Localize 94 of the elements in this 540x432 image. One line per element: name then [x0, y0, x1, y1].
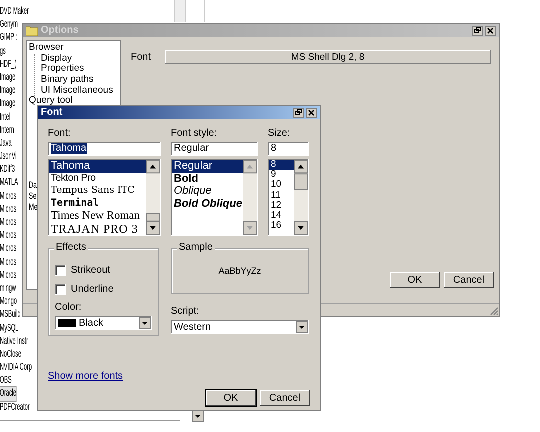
list-item[interactable]: 14 — [269, 210, 294, 222]
font-picker-button[interactable]: MS Shell Dlg 2, 8 — [165, 50, 492, 64]
tree-item[interactable]: Display — [41, 54, 118, 64]
list-box[interactable]: 8 9 10 11 12 14 16 — [268, 159, 309, 236]
dialog-title: Font — [41, 107, 63, 118]
program-folder-item[interactable]: Micros — [0, 242, 16, 256]
dialog-button[interactable]: OK — [206, 390, 256, 406]
program-folder-item[interactable]: Java — [0, 136, 12, 150]
list-item[interactable]: Tekton Pro — [49, 172, 146, 185]
window-title: Options — [41, 25, 79, 36]
close-button[interactable] — [306, 108, 317, 118]
program-folder-item[interactable]: PDFCreator — [0, 400, 30, 414]
field-label: Color: — [55, 302, 83, 313]
field-label: Font: — [48, 128, 72, 139]
program-folder-item[interactable]: HDF_( — [0, 58, 16, 71]
program-folder-item[interactable]: MSBuild — [0, 308, 21, 322]
tree-item[interactable]: UI Miscellaneous — [41, 86, 118, 96]
list-box[interactable]: Regular Bold Oblique Bold Oblique — [171, 159, 258, 236]
program-folder-item[interactable]: OBS — [0, 374, 12, 388]
group-label: Effects — [54, 242, 88, 253]
program-folder-item[interactable]: MySQL — [0, 322, 19, 335]
dialog-button[interactable]: Cancel — [260, 390, 310, 406]
program-folder-item[interactable]: Native Instr — [0, 334, 28, 348]
program-folder-item[interactable]: DVD Maker — [0, 5, 29, 18]
field-label: Script: — [171, 306, 200, 317]
text-field[interactable]: 8 — [268, 142, 309, 156]
program-folder-item[interactable]: MATLA — [0, 176, 18, 190]
list-item[interactable]: TRAJAN PRO 3 — [49, 222, 146, 235]
program-folder-item[interactable]: Intel — [0, 110, 11, 124]
program-folder-item[interactable]: Micros — [0, 256, 16, 269]
program-folder-item[interactable]: Image — [0, 70, 16, 84]
list-item[interactable]: 8 — [269, 160, 294, 170]
folder-icon — [26, 26, 38, 36]
checkbox-label: Strikeout — [71, 265, 110, 276]
program-folder-item[interactable]: Genym — [0, 18, 18, 32]
field-label: Font style: — [171, 128, 218, 139]
field-label: Size: — [268, 128, 292, 139]
program-folder-item[interactable]: Intern — [0, 124, 14, 137]
tree-item[interactable]: Properties — [41, 64, 118, 76]
program-folder-item[interactable]: Image — [0, 97, 16, 110]
program-folder-item[interactable]: Image — [0, 84, 16, 98]
dialog-button[interactable]: Cancel — [444, 272, 494, 288]
checkbox-label: Underline — [71, 284, 114, 295]
color-dropdown[interactable]: Black — [55, 316, 152, 330]
scrollbar[interactable] — [294, 160, 308, 235]
text-field[interactable]: Tahoma — [48, 142, 161, 156]
list-item[interactable]: Tempus Sans ITC — [49, 185, 146, 198]
program-folder-item[interactable]: mingw — [0, 282, 16, 296]
program-folder-item[interactable]: NoClose — [0, 348, 22, 362]
program-folder-item[interactable]: NVIDIA Corp — [0, 361, 32, 374]
list-item[interactable]: Tahoma — [49, 160, 146, 172]
program-folder-item[interactable]: Micros — [0, 202, 16, 216]
dialog-button[interactable]: OK — [390, 272, 440, 288]
list-item[interactable]: 10 — [269, 180, 294, 191]
list-item[interactable]: Regular — [172, 160, 243, 172]
tree-item[interactable]: Query tool — [29, 96, 118, 108]
scrollbar[interactable] — [146, 160, 160, 235]
program-folder-item[interactable]: Oracle — [0, 387, 16, 401]
tree-item[interactable]: Me — [29, 202, 38, 212]
program-folder-item[interactable]: Micros — [0, 190, 16, 203]
list-item[interactable]: 12 — [269, 200, 294, 211]
list-item[interactable]: Bold — [172, 172, 243, 185]
program-folder-item[interactable]: KDiff3 — [0, 163, 16, 176]
sample-text: AaBbYyZz — [218, 266, 262, 276]
tree-item[interactable]: Se — [29, 190, 37, 202]
program-folder-item[interactable]: Micros — [0, 216, 16, 230]
font-label: Font — [131, 52, 152, 62]
tree-item[interactable]: Da — [29, 180, 38, 191]
tree-item[interactable]: Binary paths — [41, 75, 118, 86]
resize-grip-icon[interactable] — [489, 306, 499, 316]
show-more-fonts-link[interactable]: Show more fonts — [48, 371, 124, 382]
checkbox[interactable] — [55, 284, 66, 295]
program-folder-item[interactable]: GIMP : — [0, 31, 18, 45]
list-item[interactable]: 11 — [269, 190, 294, 201]
scrollbar[interactable] — [174, 0, 186, 22]
checkbox[interactable] — [55, 265, 66, 276]
list-item[interactable]: Oblique — [172, 185, 243, 198]
scrollbar[interactable] — [243, 160, 257, 235]
tree-item[interactable]: Browser — [29, 43, 118, 54]
list-item[interactable]: 16 — [269, 221, 294, 232]
script-dropdown[interactable]: Western — [171, 320, 309, 334]
list-item[interactable]: 9 — [269, 170, 294, 180]
list-item[interactable]: Bold Oblique — [172, 198, 243, 210]
group-label: Sample — [177, 242, 215, 253]
program-folder-item[interactable]: JsonVi — [0, 150, 17, 164]
program-folder-item[interactable]: Micros — [0, 229, 16, 242]
program-folder-item[interactable]: gs — [0, 44, 6, 58]
list-item[interactable]: Times New Roman — [49, 210, 146, 222]
program-folder-item[interactable]: Micros — [0, 268, 16, 282]
list-item[interactable]: Terminal — [49, 198, 146, 210]
text-field[interactable]: Regular — [171, 142, 258, 156]
list-box[interactable]: Tahoma Tekton Pro Tempus Sans ITC Terminal Times New Roman TRAJAN PRO 3 — [48, 159, 161, 236]
restore-button[interactable] — [293, 108, 304, 118]
program-folder-item[interactable]: Mongo — [0, 295, 18, 308]
